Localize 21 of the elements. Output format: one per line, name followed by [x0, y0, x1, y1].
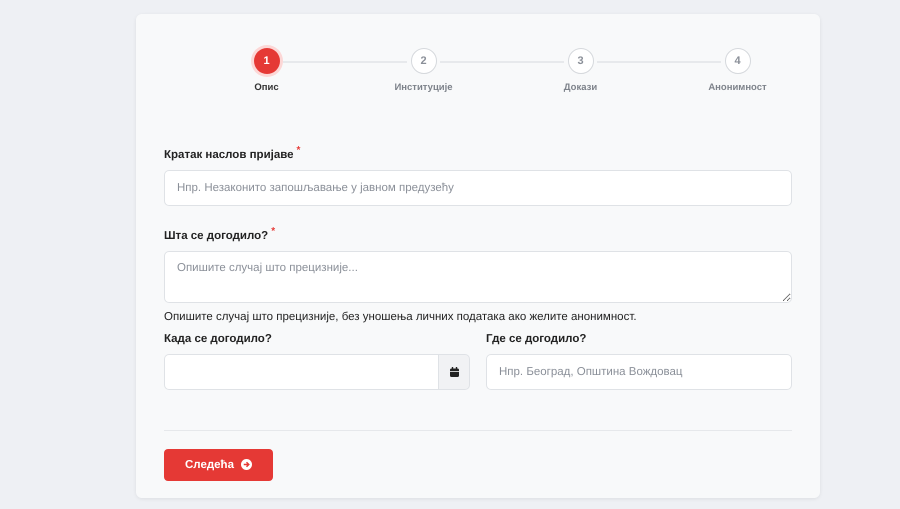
step-number[interactable]: 4	[724, 48, 750, 74]
input-field[interactable]: Нпр. Београд, Општина Вождовац	[486, 354, 792, 390]
step-number[interactable]: 2	[410, 48, 436, 74]
field-label: Шта се догодило? $^{*}$	[164, 226, 276, 242]
text-area[interactable]: Опишите случај што прецизније...	[164, 250, 792, 303]
field-label: Када се догодило?	[164, 332, 273, 345]
calendar-button[interactable]	[438, 354, 470, 390]
step-label: Опис	[254, 82, 279, 93]
field-label: Где се догодило?	[486, 332, 588, 345]
date-field[interactable]	[164, 354, 438, 390]
help-text: Опишите случај што прецизније, без уношења личних података ако желите анонимност.	[164, 310, 638, 323]
field-label: Кратак наслов пријаве $^{*}$	[164, 145, 302, 161]
step-number[interactable]: 1	[254, 48, 280, 74]
calendar-icon	[450, 366, 458, 377]
arrow-circle-icon	[240, 459, 252, 470]
next-button[interactable]: Следећа	[164, 448, 273, 481]
step-label: Анонимност	[708, 82, 767, 93]
step-label: Докази	[564, 82, 598, 93]
step-label: Институције	[394, 82, 453, 93]
input-field[interactable]: Нпр. Незаконито запошљавање у јавном предузећу	[164, 170, 792, 206]
step-number[interactable]: 3	[568, 48, 594, 74]
